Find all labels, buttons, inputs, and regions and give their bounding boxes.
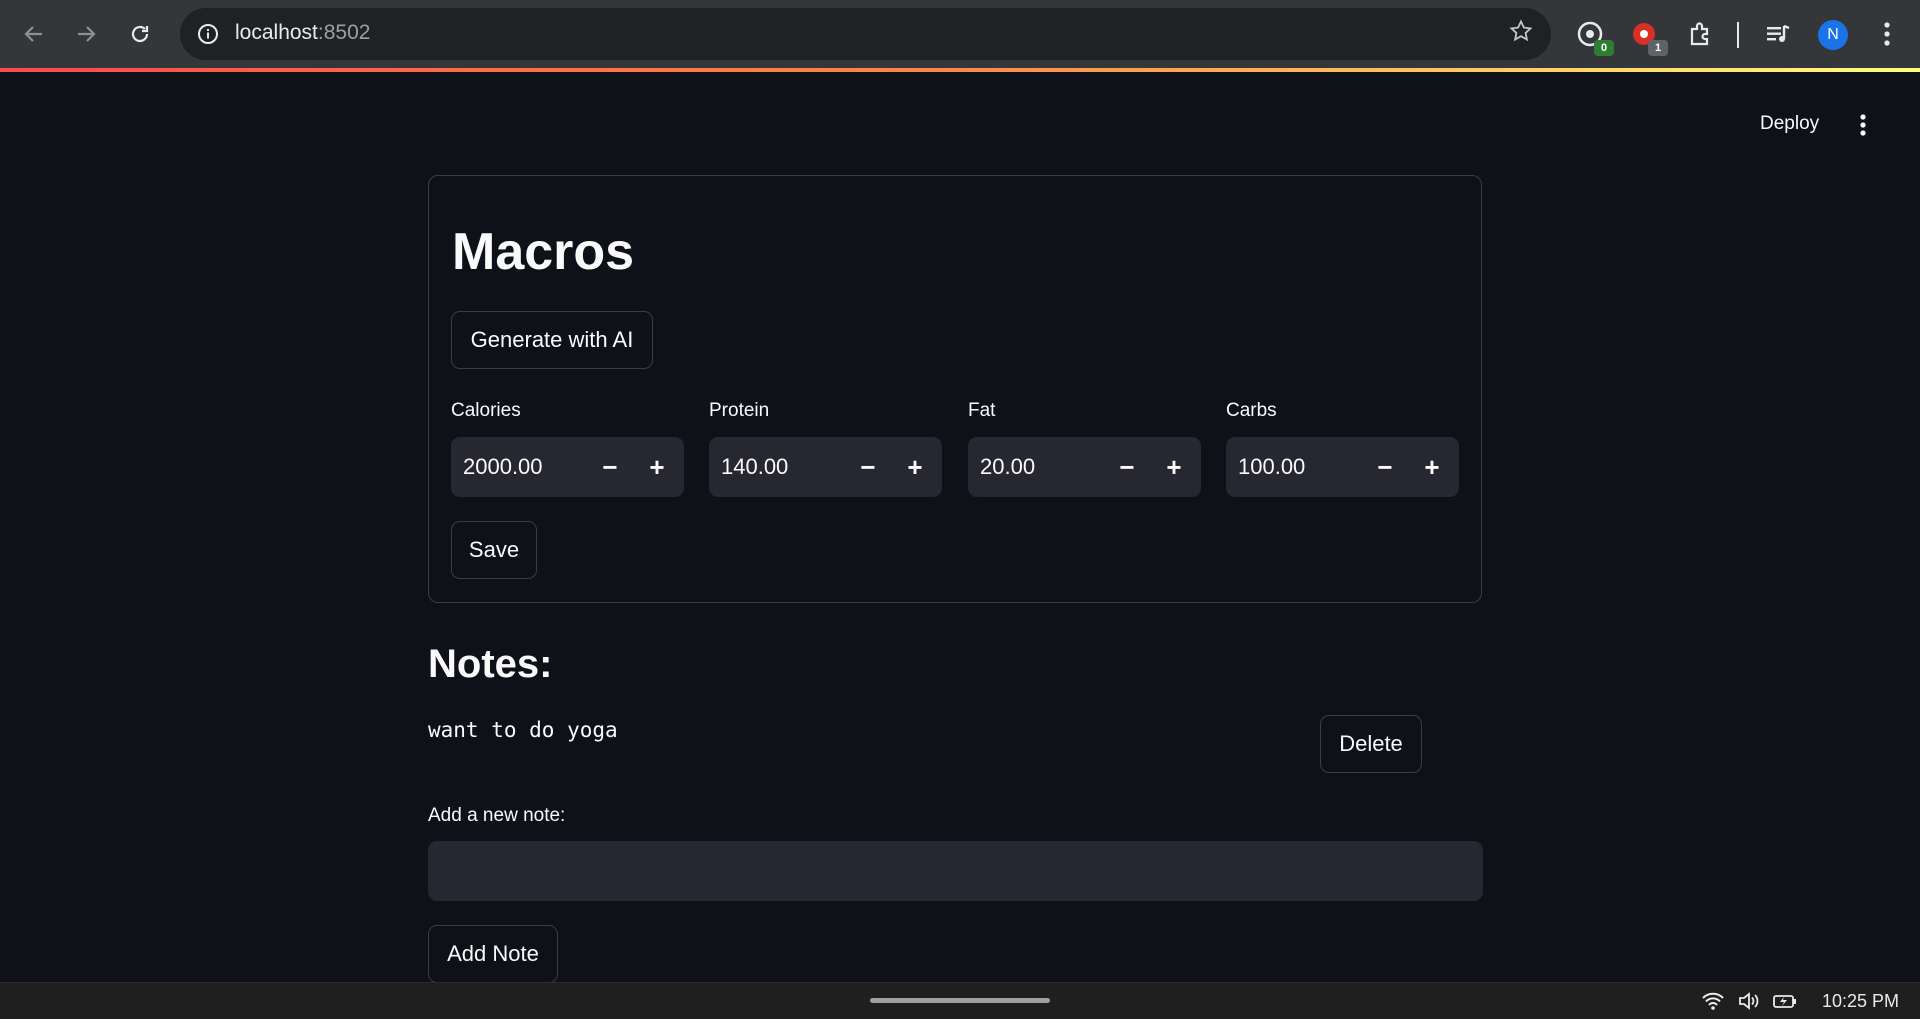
delete-note-button[interactable]: Delete <box>1320 715 1422 773</box>
extension-2-icon[interactable]: 1 <box>1626 16 1668 56</box>
bookmark-star-icon[interactable] <box>1509 19 1533 50</box>
carbs-value[interactable]: 100.00 <box>1238 454 1305 480</box>
app-menu-icon[interactable] <box>1848 108 1878 142</box>
protein-increment-icon[interactable]: + <box>897 449 933 485</box>
generate-with-ai-button[interactable]: Generate with AI <box>451 311 653 369</box>
new-note-label: Add a new note: <box>428 805 566 826</box>
notes-title: Notes: <box>428 642 553 686</box>
carbs-decrement-icon[interactable]: − <box>1367 449 1403 485</box>
calories-label: Calories <box>451 400 521 421</box>
battery-charging-icon[interactable] <box>1772 989 1798 1013</box>
reload-icon[interactable] <box>120 14 160 54</box>
protein-decrement-icon[interactable]: − <box>850 449 886 485</box>
extension-1-badge: 0 <box>1594 40 1614 56</box>
browser-menu-icon[interactable] <box>1872 16 1902 52</box>
forward-arrow-icon[interactable] <box>66 14 106 54</box>
fat-input[interactable]: 20.00 − + <box>968 437 1201 497</box>
url-host: localhost <box>235 21 318 44</box>
note-item-text: want to do yoga <box>428 718 618 742</box>
macros-title: Macros <box>452 223 635 281</box>
browser-toolbar: localhost:8502 0 1 N <box>0 0 1920 68</box>
protein-value[interactable]: 140.00 <box>721 454 788 480</box>
carbs-input[interactable]: 100.00 − + <box>1226 437 1459 497</box>
calories-decrement-icon[interactable]: − <box>592 449 628 485</box>
home-indicator[interactable] <box>870 998 1050 1003</box>
volume-icon[interactable] <box>1736 989 1762 1013</box>
wifi-icon[interactable] <box>1700 989 1726 1013</box>
carbs-increment-icon[interactable]: + <box>1414 449 1450 485</box>
url-port: :8502 <box>317 21 371 44</box>
system-clock[interactable]: 10:25 PM <box>1822 991 1899 1012</box>
fat-decrement-icon[interactable]: − <box>1109 449 1145 485</box>
fat-increment-icon[interactable]: + <box>1156 449 1192 485</box>
fat-value[interactable]: 20.00 <box>980 454 1035 480</box>
carbs-label: Carbs <box>1226 400 1277 421</box>
media-controls-icon[interactable] <box>1760 16 1796 52</box>
extensions-puzzle-icon[interactable] <box>1682 16 1718 52</box>
add-note-button[interactable]: Add Note <box>428 925 558 983</box>
deploy-button[interactable]: Deploy <box>1742 106 1837 142</box>
save-button[interactable]: Save <box>451 521 537 579</box>
address-bar[interactable]: localhost:8502 <box>180 8 1551 60</box>
toolbar-divider <box>1737 22 1739 48</box>
calories-input[interactable]: 2000.00 − + <box>451 437 684 497</box>
url-text[interactable]: localhost:8502 <box>235 21 370 45</box>
calories-increment-icon[interactable]: + <box>639 449 675 485</box>
protein-input[interactable]: 140.00 − + <box>709 437 942 497</box>
new-note-input[interactable] <box>428 841 1483 901</box>
calories-value[interactable]: 2000.00 <box>463 454 543 480</box>
extension-1-icon[interactable]: 0 <box>1572 16 1614 56</box>
profile-avatar[interactable]: N <box>1818 20 1848 50</box>
fat-label: Fat <box>968 400 996 421</box>
site-info-icon[interactable] <box>194 20 222 48</box>
extension-2-badge: 1 <box>1648 40 1668 56</box>
back-arrow-icon[interactable] <box>14 14 54 54</box>
protein-label: Protein <box>709 400 770 421</box>
os-taskbar: 10:25 PM <box>0 982 1920 1019</box>
app-decoration-bar <box>0 68 1920 72</box>
